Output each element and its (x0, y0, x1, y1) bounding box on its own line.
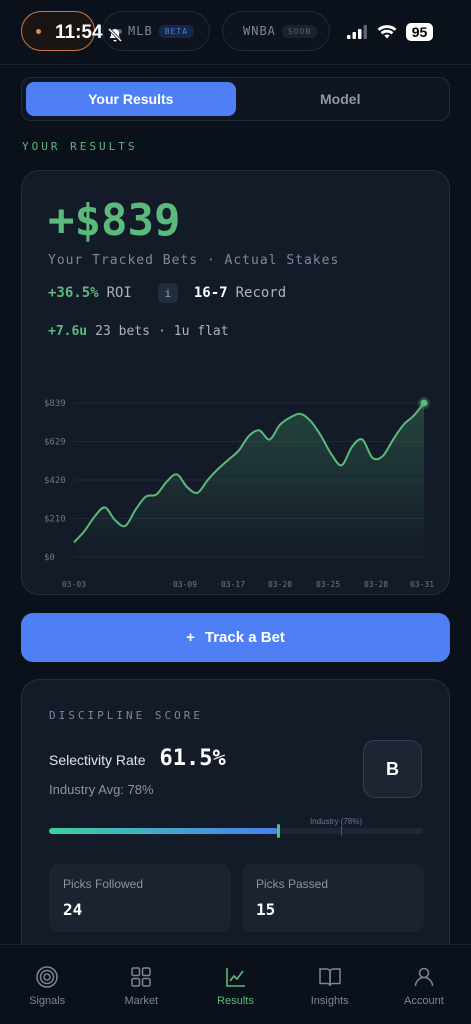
nav-label: Insights (310, 995, 349, 1007)
y-tick-label: $210 (44, 515, 66, 525)
book-icon (318, 968, 341, 987)
picks-passed-label: Picks Passed (256, 877, 329, 891)
record-value: 16-7 (193, 285, 228, 301)
nav-label: Account (404, 995, 444, 1007)
selectivity-bar-fill (49, 828, 278, 834)
nav-account[interactable]: Account (377, 945, 471, 1024)
selectivity-bar: Industry (78%) (49, 817, 423, 838)
industry-marker-label: Industry (78%) (310, 817, 363, 826)
x-tick-label: 03-31 (410, 580, 434, 589)
chart-latest-point-halo (418, 397, 430, 409)
nav-results[interactable]: Results (188, 945, 282, 1024)
nav-market[interactable]: Market (94, 945, 188, 1024)
sport-label-mlb: MLB (128, 24, 153, 38)
nav-label: Results (217, 995, 254, 1007)
header-divider (0, 64, 471, 65)
roi-value: +36.5% (48, 285, 99, 301)
picks-followed-label: Picks Followed (63, 877, 144, 891)
status-icons: 95 (346, 23, 433, 41)
units-value: +7.6u (48, 324, 88, 339)
x-tick-label: 03-20 (268, 580, 292, 589)
nav-label: Market (124, 995, 159, 1007)
y-tick-label: $839 (44, 399, 66, 409)
cellular-signal-icon (347, 25, 367, 39)
track-bet-label: Track a Bet (204, 629, 285, 646)
picks-followed-value: 24 (63, 900, 83, 919)
x-tick-label: 03-25 (316, 580, 340, 589)
results-subtitle: Your Tracked Bets · Actual Stakes (48, 253, 340, 268)
tab-your-results[interactable]: Your Results (26, 82, 236, 116)
selectivity-value: 61.5% (159, 746, 226, 771)
view-tabs: Your Results Model (21, 77, 450, 121)
discipline-card: DISCIPLINE SCORE Selectivity Rate 61.5% … (21, 679, 450, 979)
signals-icon (36, 966, 58, 988)
selectivity-row: Selectivity Rate 61.5% (49, 746, 226, 771)
nav-signals[interactable]: Signals (0, 945, 94, 1024)
tab-model[interactable]: Model (236, 82, 446, 116)
grid-icon (131, 967, 152, 987)
beta-badge: BETA (158, 24, 194, 38)
selectivity-label: Selectivity Rate (49, 752, 146, 768)
y-tick-label: $629 (44, 438, 66, 448)
active-dot-icon (36, 28, 41, 34)
track-bet-button[interactable]: + Track a Bet (21, 613, 450, 662)
selectivity-marker (277, 824, 280, 838)
roi-label: ROI (106, 285, 132, 301)
total-profit: +$839 (48, 195, 181, 246)
grade-badge: B (363, 740, 422, 798)
plus-icon: + (186, 629, 195, 646)
record-label: Record (235, 285, 287, 301)
profit-chart: $839 $629 $420 $210 $0 03-03 03-09 03-17 03-20 03… (44, 397, 434, 589)
industry-average: Industry Avg: 78% (49, 782, 154, 797)
y-tick-label: $0 (44, 553, 55, 563)
nav-label: Signals (29, 995, 66, 1007)
chart-line-icon (225, 968, 245, 987)
units-row: +7.6u 23 bets · 1u flat (48, 324, 229, 339)
bets-count: 23 bets (95, 324, 150, 339)
mute-bell-icon (107, 27, 123, 43)
industry-marker (341, 826, 342, 836)
x-tick-label: 03-17 (221, 580, 245, 589)
top-bar: MLB BETA WNBA SOON 11:54 95 (0, 0, 471, 64)
bottom-nav: Signals Market Results Insights Account (0, 944, 471, 1024)
sport-pill-wnba[interactable]: WNBA SOON (222, 11, 330, 51)
status-time: 11:54 (55, 22, 103, 43)
x-tick-label: 03-09 (173, 580, 197, 589)
roi-record-row: +36.5% ROI i 16-7 Record (48, 283, 286, 303)
person-icon (414, 967, 434, 987)
nav-insights[interactable]: Insights (283, 945, 377, 1024)
y-tick-label: $420 (44, 476, 66, 486)
picks-passed-value: 15 (256, 900, 276, 919)
info-icon[interactable]: i (157, 283, 178, 303)
x-tick-label: 03-28 (364, 580, 388, 589)
picks-passed-box: Picks Passed 15 (242, 864, 424, 932)
wifi-icon (377, 25, 397, 39)
discipline-title: DISCIPLINE SCORE (49, 709, 203, 722)
soon-badge: SOON (281, 24, 318, 38)
picks-followed-box: Picks Followed 24 (49, 864, 231, 932)
units-separator: · (157, 324, 166, 339)
results-card: +$839 Your Tracked Bets · Actual Stakes … (21, 170, 450, 595)
battery-indicator: 95 (406, 23, 433, 41)
section-label: YOUR RESULTS (22, 140, 138, 153)
sport-label-wnba: WNBA (243, 24, 276, 38)
x-tick-label: 03-03 (62, 580, 86, 589)
stake-type: 1u flat (173, 324, 229, 339)
